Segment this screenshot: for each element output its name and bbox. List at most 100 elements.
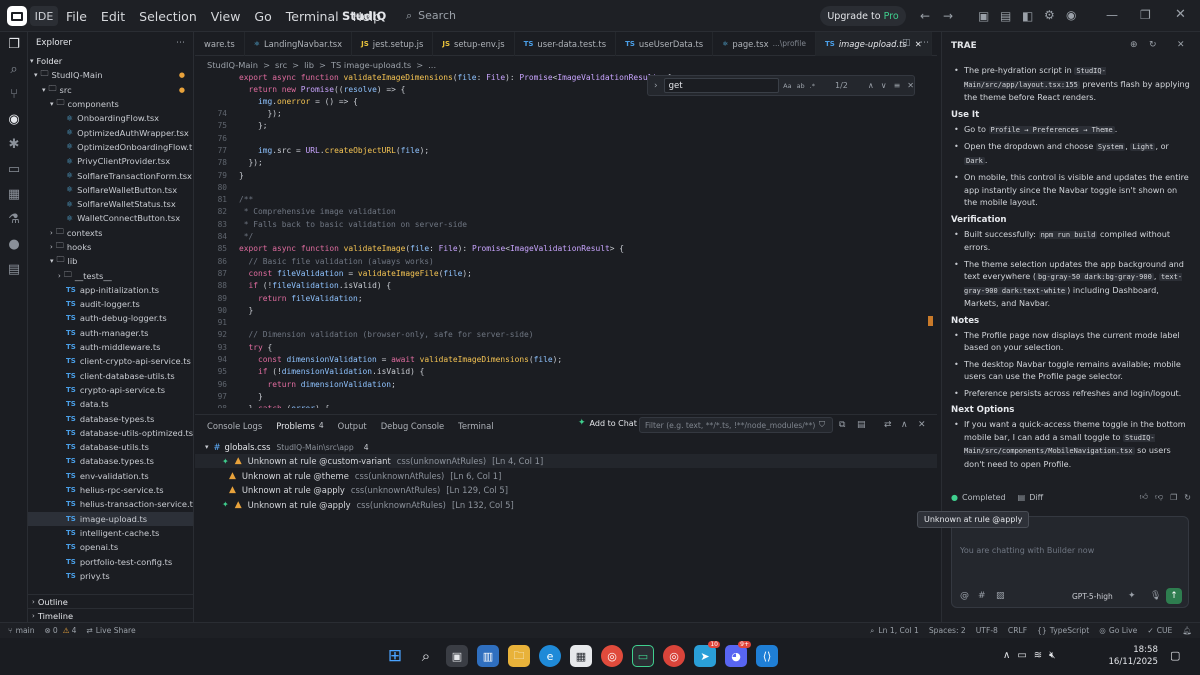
- send-button[interactable]: ↑: [1166, 588, 1182, 604]
- notification-center-icon[interactable]: ▢: [1170, 649, 1180, 662]
- add-context-icon[interactable]: ✦: [1128, 591, 1136, 601]
- chat-input-box[interactable]: You are chatting with Builder now @ # ▨ …: [951, 516, 1189, 608]
- search-box[interactable]: ⌕ Search: [398, 5, 798, 26]
- tree-file[interactable]: ⚛ OnboardingFlow.tsx: [28, 111, 193, 125]
- split-editor-icon[interactable]: ◫: [902, 38, 911, 48]
- more-actions-icon[interactable]: ⋯: [176, 38, 185, 48]
- tree-file[interactable]: ⚛ SolflareTransactionForm.tsx: [28, 168, 193, 182]
- mention-at-icon[interactable]: @: [960, 591, 969, 601]
- ide-mode-button[interactable]: IDE: [30, 6, 58, 26]
- breadcrumb-item[interactable]: StudIQ-Main: [207, 60, 258, 70]
- problem-file-row[interactable]: ▾ # globals.css StudIQ-Main\src\app 4: [195, 440, 937, 454]
- tree-file[interactable]: TS auth-manager.ts: [28, 326, 193, 340]
- add-to-chat-sparkle-icon[interactable]: ✦: [222, 500, 229, 509]
- tree-file[interactable]: TS portfolio-test-config.ts: [28, 554, 193, 568]
- tree-file[interactable]: ⚛ WalletConnectButton.tsx: [28, 211, 193, 225]
- tree-file[interactable]: ⚛ OptimizedAuthWrapper.tsx: [28, 125, 193, 139]
- editor-more-icon[interactable]: ⋯: [920, 38, 929, 48]
- tree-file[interactable]: TS app-initialization.ts: [28, 283, 193, 297]
- diff-button[interactable]: Diff: [1029, 493, 1043, 502]
- account-icon[interactable]: ◉: [1066, 8, 1076, 22]
- view-as-table-icon[interactable]: ▤: [857, 420, 866, 430]
- tree-lib-folder[interactable]: ▾ 🗀 lib: [28, 254, 193, 268]
- github-icon[interactable]: ●: [0, 232, 28, 257]
- debug-bug-icon[interactable]: ✱: [0, 132, 28, 157]
- discord-icon[interactable]: ◕ 9+: [725, 641, 751, 667]
- encoding-setting[interactable]: UTF-8: [976, 626, 998, 635]
- tree-file[interactable]: TS auth-middleware.ts: [28, 340, 193, 354]
- tree-file[interactable]: TS helius-transaction-service.ts: [28, 497, 193, 511]
- problem-row[interactable]: ✦ ▲ Unknown at rule @custom-variant css(unk…: [195, 454, 937, 468]
- tree-file[interactable]: TS openai.ts: [28, 540, 193, 554]
- problem-row[interactable]: ▲ Unknown at rule @apply css(unknownAtRule…: [195, 483, 937, 497]
- thumbs-up-icon[interactable]: 👍︎: [1140, 492, 1148, 502]
- tree-file[interactable]: TS client-database-utils.ts: [28, 369, 193, 383]
- find-in-selection-icon[interactable]: ≡: [894, 81, 901, 90]
- tab-output[interactable]: Output: [338, 421, 367, 431]
- breadcrumb-item[interactable]: lib: [304, 60, 314, 70]
- tab-terminal[interactable]: Terminal: [458, 421, 493, 431]
- add-to-chat-button[interactable]: ✦ Add to Chat: [578, 418, 637, 428]
- find-input[interactable]: get: [663, 78, 780, 93]
- tree-file[interactable]: TS data.ts: [28, 397, 193, 411]
- regex-icon[interactable]: .*: [810, 82, 815, 90]
- notifications-bell-icon[interactable]: 🔔︎: [1182, 626, 1192, 635]
- thumbs-down-icon[interactable]: 👎︎: [1155, 492, 1163, 502]
- history-icon[interactable]: ↻: [1149, 40, 1157, 50]
- tree-tests-folder[interactable]: › 🗀 __tests__: [28, 268, 193, 282]
- error-count[interactable]: 0: [53, 626, 58, 635]
- tree-file[interactable]: TS database.types.ts: [28, 454, 193, 468]
- telegram-icon[interactable]: ➤ 10: [694, 641, 720, 667]
- add-to-chat-sparkle-icon[interactable]: ✦: [222, 457, 229, 466]
- tree-file[interactable]: TS env-validation.ts: [28, 469, 193, 483]
- whole-word-icon[interactable]: ab: [797, 82, 805, 90]
- menu-selection[interactable]: Selection: [139, 9, 197, 24]
- panel-layout-icon[interactable]: ⇄: [884, 420, 892, 430]
- tree-contexts-folder[interactable]: › 🗀 contexts: [28, 226, 193, 240]
- hash-context-icon[interactable]: #: [978, 591, 986, 601]
- project-name[interactable]: StudIQ: [342, 9, 386, 23]
- source-control-icon[interactable]: ⑂: [0, 82, 28, 107]
- menu-view[interactable]: View: [211, 9, 241, 24]
- toggle-sidebar-icon[interactable]: ▣: [978, 9, 989, 23]
- language-mode[interactable]: TypeScript: [1050, 626, 1089, 635]
- eol-setting[interactable]: CRLF: [1008, 626, 1027, 635]
- remote-explorer-icon[interactable]: ▭: [0, 157, 28, 182]
- battery-icon[interactable]: ▭: [1017, 650, 1026, 661]
- tree-components-folder[interactable]: ▾ 🗀 components: [28, 97, 193, 111]
- regenerate-icon[interactable]: ↻: [1184, 493, 1191, 502]
- forward-arrow-icon[interactable]: →: [943, 9, 953, 23]
- warning-count[interactable]: 4: [72, 626, 77, 635]
- windows-start-icon[interactable]: ⊞: [384, 645, 406, 667]
- tree-file[interactable]: TS privy.ts: [28, 569, 193, 583]
- new-chat-icon[interactable]: ⊕: [1130, 40, 1138, 50]
- trae-app-icon[interactable]: ▭: [632, 645, 654, 667]
- cursor-position[interactable]: Ln 1, Col 1: [878, 626, 918, 635]
- tree-file[interactable]: ⚛ SolflareWalletStatus.tsx: [28, 197, 193, 211]
- filter-funnel-icon[interactable]: ⛉: [819, 420, 825, 430]
- tree-root-folder[interactable]: ▾ 🗀 StudIQ-Main ●: [28, 68, 193, 82]
- wifi-icon[interactable]: ≋: [1034, 650, 1042, 661]
- go-live-button[interactable]: Go Live: [1109, 626, 1137, 635]
- chrome-profile-icon[interactable]: ◎: [663, 645, 685, 667]
- close-window-icon[interactable]: ✕: [1175, 7, 1186, 22]
- tree-file[interactable]: TS audit-logger.ts: [28, 297, 193, 311]
- cue-status[interactable]: CUE: [1157, 626, 1173, 635]
- problem-row[interactable]: ✦ ▲ Unknown at rule @apply css(unknownAtRul…: [195, 498, 937, 512]
- tree-file[interactable]: TS database-types.ts: [28, 411, 193, 425]
- toggle-chat-icon[interactable]: ◧: [1022, 9, 1033, 23]
- editor-tab[interactable]: TS user-data.test.ts: [515, 31, 617, 56]
- tree-file[interactable]: ⚛ PrivyClientProvider.tsx: [28, 154, 193, 168]
- menu-go[interactable]: Go: [254, 9, 271, 24]
- breadcrumb-item[interactable]: src: [275, 60, 287, 70]
- image-attach-icon[interactable]: ▨: [996, 591, 1005, 601]
- breadcrumb-item[interactable]: ...: [428, 60, 436, 70]
- code-editor[interactable]: export async function validateImageDimen…: [195, 72, 937, 408]
- tree-file[interactable]: TS helius-rpc-service.ts: [28, 483, 193, 497]
- upgrade-button[interactable]: Upgrade to Pro: [820, 6, 906, 26]
- tree-file[interactable]: TS database-utils-optimized.ts: [28, 426, 193, 440]
- indent-setting[interactable]: Spaces: 2: [929, 626, 966, 635]
- toggle-panel-icon[interactable]: ▤: [1000, 9, 1011, 23]
- microsoft-store-icon[interactable]: ▦: [570, 645, 592, 667]
- outline-section[interactable]: › Outline: [28, 594, 194, 608]
